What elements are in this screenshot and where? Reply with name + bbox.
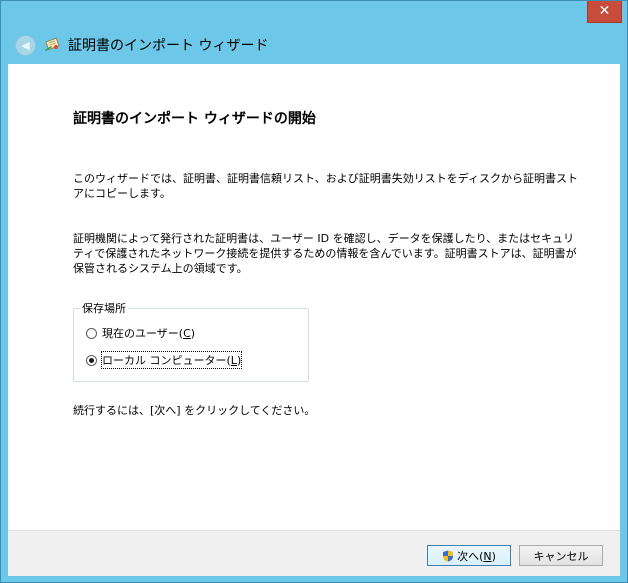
- cancel-button[interactable]: キャンセル: [519, 545, 603, 566]
- wizard-content: 証明書のインポート ウィザードの開始 このウィザードでは、証明書、証明書信頼リス…: [8, 64, 620, 530]
- wizard-titlebar: ◀ 証明書のインポート ウィザード: [7, 29, 621, 65]
- close-icon: ✕: [598, 3, 611, 19]
- intro-text: このウィザードでは、証明書、証明書信頼リスト、および証明書失効リストをディスクか…: [73, 172, 579, 200]
- wizard-window: ✕ ◀ 証明書のインポート ウィザード 証明書のインポート ウィザードの開始 こ…: [0, 0, 628, 583]
- description-text: 証明機関によって発行された証明書は、ユーザー ID を確認し、データを保護したり…: [73, 232, 577, 275]
- cancel-button-label: キャンセル: [533, 549, 589, 563]
- close-button[interactable]: ✕: [587, 1, 622, 23]
- next-button-label: 次へ(N): [457, 549, 496, 563]
- next-button[interactable]: 次へ(N): [427, 545, 511, 566]
- uac-shield-icon: [443, 550, 454, 561]
- back-arrow-icon: ◀: [21, 39, 30, 52]
- radio-local-computer-indicator[interactable]: [86, 354, 97, 366]
- radio-current-user-label: 現在のユーザー(C): [102, 327, 196, 340]
- radio-current-user-indicator[interactable]: [86, 327, 97, 339]
- certificate-wizard-icon: [45, 37, 60, 51]
- wizard-footer: 次へ(N) キャンセル: [8, 530, 620, 576]
- radio-local-computer-label: ローカル コンピューター(L): [100, 351, 243, 369]
- radio-local-computer[interactable]: ローカル コンピューター(L): [86, 351, 243, 369]
- store-location-group: 保存場所 現在のユーザー(C) ローカル コンピューター(L): [73, 300, 309, 382]
- radio-current-user[interactable]: 現在のユーザー(C): [86, 325, 195, 341]
- continue-instructions: 続行するには、[次へ] をクリックしてください。: [73, 404, 316, 417]
- wizard-title: 証明書のインポート ウィザード: [68, 38, 269, 54]
- back-button[interactable]: ◀: [15, 35, 36, 56]
- page-heading: 証明書のインポート ウィザードの開始: [73, 111, 316, 127]
- store-location-label: 保存場所: [80, 300, 128, 316]
